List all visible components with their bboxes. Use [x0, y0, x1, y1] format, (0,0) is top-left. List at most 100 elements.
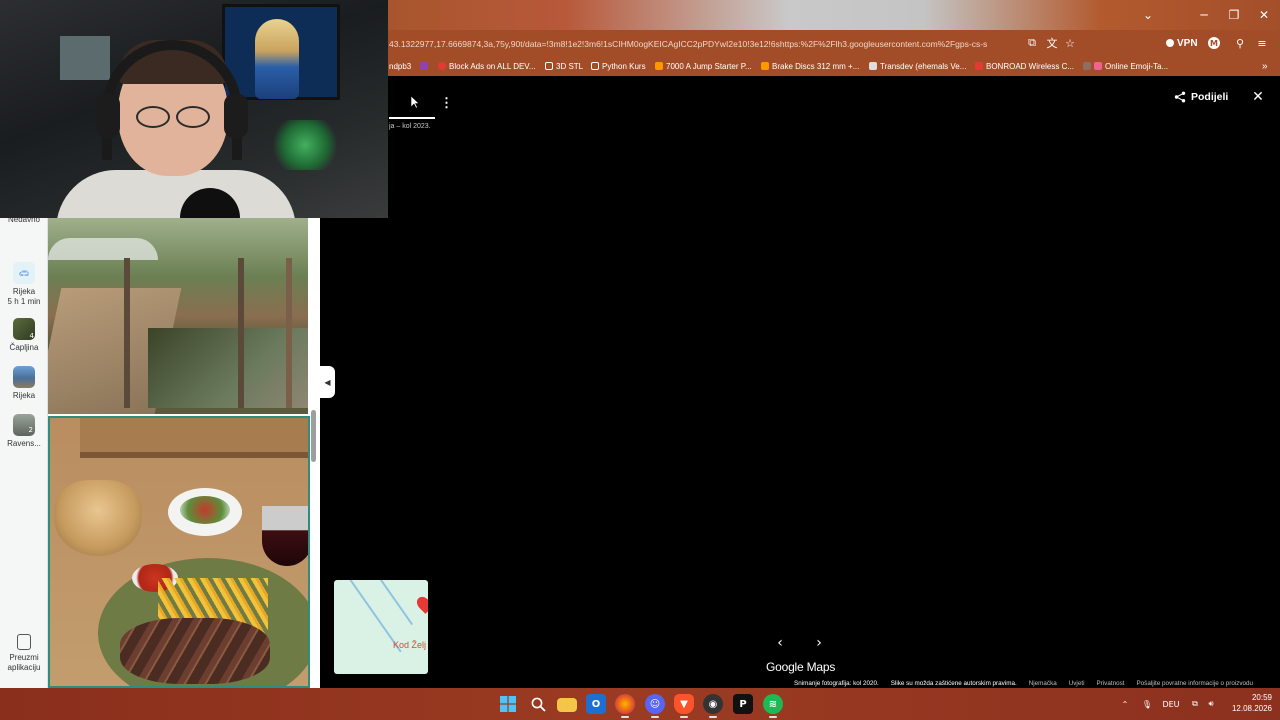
active-app-indicator	[621, 716, 629, 718]
language-indicator[interactable]: DEU	[1158, 696, 1184, 712]
folder-icon	[591, 62, 599, 70]
place-thumbnail	[13, 366, 35, 388]
webcam-light	[270, 120, 340, 170]
vpn-icon	[1166, 39, 1174, 47]
bookmark-item[interactable]: Transdev (ehemals Ve...	[869, 59, 966, 73]
taskbar	[0, 688, 1280, 720]
gallery-scrollbar[interactable]	[311, 410, 316, 462]
bookmark-folder[interactable]: Python Kurs	[591, 59, 646, 73]
screen: ⌄ ─ ❐ ✕ 43.1322977,17.6669874,3a,75y,90t…	[0, 0, 1280, 720]
previous-photo-button[interactable]: ‹	[772, 634, 788, 652]
url-field[interactable]: 43.1322977,17.6669874,3a,75y,90t/data=!3…	[389, 36, 1019, 52]
recent-item-capljina[interactable]: 4 Čapljina	[0, 318, 48, 353]
privacy-link[interactable]: Privatnost	[1096, 680, 1124, 688]
country-link[interactable]: Njemačka	[1029, 680, 1057, 688]
share-button[interactable]: Podijeli	[1174, 88, 1228, 106]
tab-search-icon[interactable]: ⌄	[1130, 0, 1166, 30]
maps-sidebar: Nedavno 🚗︎ Rijeka 5 h 1 min 4 Čapljina R…	[0, 215, 48, 688]
recent-item-rijeka-route[interactable]: 🚗︎ Rijeka 5 h 1 min	[0, 262, 48, 307]
bookmark-item[interactable]: ndpb3	[389, 59, 411, 73]
file-explorer-icon[interactable]	[557, 698, 577, 712]
active-app-indicator	[651, 716, 659, 718]
close-icon: ✕	[1252, 89, 1264, 105]
bookmark-favicon	[420, 62, 428, 70]
microphone-icon[interactable]: 🎙︎	[1140, 696, 1154, 712]
bookmark-folder[interactable]: 3D STL	[545, 59, 583, 73]
photo-detail	[168, 488, 242, 536]
amazon-icon	[761, 62, 769, 70]
extensions-icon[interactable]: ⚲	[1232, 35, 1248, 51]
site-favicon	[869, 62, 877, 70]
bookmark-star-icon[interactable]: ☆	[1062, 35, 1078, 51]
photo-detail	[54, 480, 142, 556]
bookmark-item[interactable]: Online Emoji-Ta...	[1083, 59, 1168, 73]
chevron-left-icon: ‹	[777, 635, 783, 651]
windows-start-icon[interactable]	[498, 694, 518, 714]
bookmark-item[interactable]: 7000 A Jump Starter P...	[655, 59, 752, 73]
headset-ear	[224, 94, 248, 138]
firefox-icon[interactable]	[615, 694, 635, 714]
clock-date: 12.08.2026	[1231, 704, 1272, 713]
terms-link[interactable]: Uvjeti	[1069, 680, 1085, 688]
profile-avatar[interactable]: M	[1208, 37, 1220, 49]
minimap[interactable]: Kod Želj	[334, 580, 428, 674]
photo-detail	[286, 258, 292, 408]
active-app-indicator	[680, 716, 688, 718]
jetbrains-icon[interactable]: P	[733, 694, 753, 714]
recent-item-ravens[interactable]: 2 Ravens...	[0, 414, 48, 449]
close-viewer-button[interactable]: ✕	[1250, 88, 1266, 106]
site-favicon	[975, 62, 983, 70]
bookmark-item[interactable]: Block Ads on ALL DEV...	[438, 59, 536, 73]
bookmark-item[interactable]: BONROAD Wireless C...	[975, 59, 1074, 73]
active-app-indicator	[709, 716, 717, 718]
translate-icon[interactable]: 文	[1044, 35, 1060, 51]
tray-overflow-icon[interactable]: ⌃	[1118, 696, 1132, 712]
download-app-button[interactable]: Preuzmi aplikaciju	[0, 634, 48, 673]
google-maps-logo: Google Maps	[766, 660, 836, 674]
search-icon[interactable]	[528, 694, 548, 714]
outlook-icon[interactable]: O	[586, 694, 606, 714]
spotify-icon[interactable]: ≋	[763, 694, 783, 714]
install-app-icon[interactable]: ⧉	[1024, 35, 1040, 51]
date-tab[interactable]: ja – kol 2023.	[389, 123, 431, 130]
folder-icon	[545, 62, 553, 70]
more-bookmarks-icon[interactable]: »	[1262, 59, 1268, 73]
webcam-tv-image	[255, 19, 299, 99]
recent-item-rijeka[interactable]: Rijeka	[0, 366, 48, 401]
chevron-right-icon: ›	[816, 635, 822, 651]
bookmark-item[interactable]	[420, 59, 428, 73]
network-icon[interactable]: ⧉	[1188, 696, 1202, 712]
viewer-footer: Snimanje fotografija: kol 2020. Slike su…	[794, 680, 1253, 688]
phone-icon	[17, 634, 31, 650]
photo-detail	[124, 258, 130, 408]
feedback-link[interactable]: Pošaljite povratne informacije o proizvo…	[1136, 680, 1253, 688]
photo-detail	[148, 328, 308, 408]
webcam-overlay	[0, 0, 388, 218]
copyright-text: Slike su možda zaštićene autorskim pravi…	[890, 680, 1017, 687]
discord-icon[interactable]: ☺	[645, 694, 665, 714]
minimap-road	[376, 580, 414, 626]
volume-icon[interactable]: 🔊︎	[1204, 696, 1218, 712]
photo-detail	[120, 618, 270, 684]
brave-icon[interactable]: ▼	[674, 694, 694, 714]
photo-date-text: Snimanje fotografija: kol 2020.	[794, 680, 879, 687]
window-close-icon[interactable]: ✕	[1246, 0, 1280, 30]
vpn-badge[interactable]: VPN	[1166, 35, 1198, 51]
photo-detail	[48, 238, 158, 260]
site-favicon	[1083, 62, 1091, 70]
photo-thumbnail[interactable]	[48, 218, 308, 414]
menu-icon[interactable]: ≡	[1254, 35, 1270, 51]
place-thumbnail: 2	[13, 414, 35, 436]
system-clock[interactable]: 20:59 12.08.2026	[1222, 692, 1272, 714]
collapse-panel-button[interactable]: ◀	[320, 366, 335, 398]
next-photo-button[interactable]: ›	[811, 634, 827, 652]
photo-detail	[262, 506, 308, 566]
more-options-icon[interactable]: ⋮	[440, 95, 453, 111]
obs-icon[interactable]: ◉	[703, 694, 723, 714]
chevron-left-icon: ◀	[324, 377, 331, 387]
photo-detail	[80, 418, 308, 458]
place-thumbnail: 4	[13, 318, 35, 340]
photo-thumbnail-selected[interactable]	[48, 416, 310, 688]
photo-gallery[interactable]	[48, 218, 320, 688]
bookmark-item[interactable]: Brake Discs 312 mm +...	[761, 59, 859, 73]
